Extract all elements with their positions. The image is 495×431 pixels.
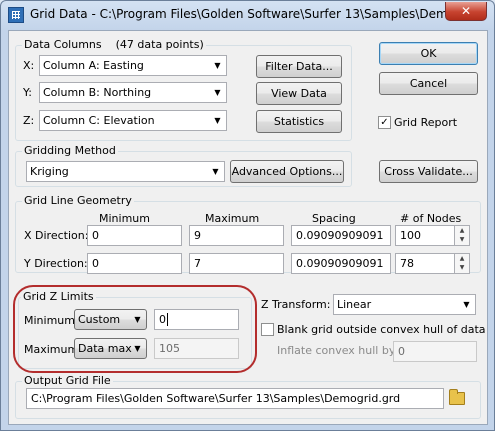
ok-button[interactable]: OK — [379, 42, 478, 65]
window-title: Grid Data - C:\Program Files\Golden Soft… — [30, 7, 445, 21]
spacing-header: Spacing — [312, 212, 356, 225]
view-data-button[interactable]: View Data — [256, 82, 342, 105]
x-label: X: — [23, 59, 35, 72]
output-grid-file-label: Output Grid File — [22, 374, 113, 387]
x-column-select[interactable]: Column A: Easting ▼ — [39, 55, 227, 76]
y-column-value: Column B: Northing — [43, 86, 152, 99]
gridding-method-label: Gridding Method — [22, 144, 118, 157]
output-path-field[interactable]: C:\Program Files\Golden Software\Surfer … — [26, 388, 444, 409]
advanced-options-button[interactable]: Advanced Options... — [230, 160, 344, 183]
blank-outside-hull-label: Blank grid outside convex hull of data — [277, 323, 486, 336]
gridding-method-select[interactable]: Kriging ▼ — [26, 161, 225, 182]
inflate-hull-field[interactable]: 0 — [393, 341, 477, 362]
maximum-header: Maximum — [205, 212, 260, 225]
surfer-grid-icon — [8, 7, 24, 23]
data-columns-label: Data Columns — [24, 38, 102, 51]
y-spacing-field[interactable]: 0.09090909091 — [291, 253, 391, 274]
spin-arrows-icon[interactable]: ▲ ▼ — [454, 225, 470, 246]
x-spacing-field[interactable]: 0.09090909091 — [291, 225, 391, 246]
z-transform-value: Linear — [337, 298, 372, 311]
blank-outside-hull-checkbox[interactable] — [261, 323, 274, 336]
statistics-button[interactable]: Statistics — [256, 110, 342, 133]
folder-open-icon[interactable] — [449, 389, 465, 405]
y-maximum-field[interactable]: 7 — [189, 253, 284, 274]
grid-data-dialog: Grid Data - C:\Program Files\Golden Soft… — [0, 0, 495, 431]
z-label: Z: — [23, 114, 35, 127]
y-minimum-field[interactable]: 0 — [87, 253, 182, 274]
minimum-header: Minimum — [99, 212, 150, 225]
grid-line-geometry-label: Grid Line Geometry — [22, 194, 134, 207]
z-column-value: Column C: Elevation — [43, 114, 155, 127]
dialog-client-area: Data Columns (47 data points) X: Y: Z: C… — [8, 30, 488, 425]
x-maximum-field[interactable]: 9 — [189, 225, 284, 246]
cross-validate-button[interactable]: Cross Validate... — [379, 160, 478, 183]
chevron-down-icon: ▼ — [214, 61, 221, 70]
inflate-hull-label: Inflate convex hull by: — [277, 344, 399, 357]
chevron-down-icon: ▼ — [212, 167, 219, 176]
x-column-value: Column A: Easting — [43, 59, 144, 72]
chevron-down-icon: ▼ — [463, 300, 470, 309]
highlight-ring — [13, 285, 257, 373]
data-points-count: (47 data points) — [115, 38, 204, 51]
chevron-down-icon: ▼ — [214, 88, 221, 97]
x-direction-label: X Direction: — [24, 229, 89, 242]
grid-report-checkbox[interactable]: ✓ — [378, 116, 391, 129]
y-label: Y: — [23, 86, 32, 99]
data-columns-group-label: Data Columns (47 data points) — [22, 38, 206, 51]
title-bar: Grid Data - C:\Program Files\Golden Soft… — [1, 1, 494, 31]
y-column-select[interactable]: Column B: Northing ▼ — [39, 82, 227, 103]
x-minimum-field[interactable]: 0 — [87, 225, 182, 246]
z-transform-label: Z Transform: — [261, 298, 331, 311]
y-nodes-field[interactable]: 78 — [395, 253, 455, 274]
nodes-header: # of Nodes — [400, 212, 462, 225]
spin-arrows-icon[interactable]: ▲ ▼ — [454, 253, 470, 274]
z-column-select[interactable]: Column C: Elevation ▼ — [39, 110, 227, 131]
gridding-method-value: Kriging — [30, 165, 69, 178]
grid-report-label: Grid Report — [394, 116, 458, 129]
close-button[interactable]: ✕ — [445, 2, 487, 21]
x-nodes-field[interactable]: 100 — [395, 225, 455, 246]
chevron-down-icon: ▼ — [214, 116, 221, 125]
cancel-button[interactable]: Cancel — [379, 72, 478, 95]
y-direction-label: Y Direction: — [24, 257, 88, 270]
z-transform-select[interactable]: Linear ▼ — [333, 294, 476, 315]
filter-data-button[interactable]: Filter Data... — [256, 55, 342, 78]
